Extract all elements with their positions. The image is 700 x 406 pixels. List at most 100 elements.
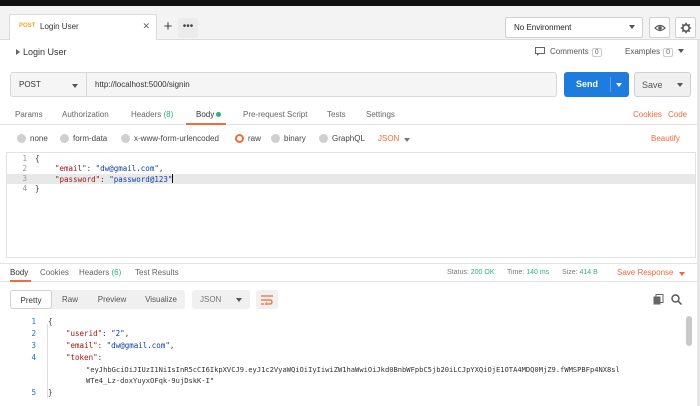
tab-bar: POST Login User ✕ + ••• No Environment [0, 6, 700, 40]
response-view-mode: Pretty Raw Preview Visualize [10, 290, 185, 309]
radio-form-data-label[interactable]: form-data [73, 134, 107, 143]
send-divider [610, 77, 611, 92]
raw-format-select[interactable]: JSON [378, 134, 399, 143]
tab-body[interactable]: Body [196, 110, 222, 119]
caret-right-icon[interactable] [16, 49, 20, 55]
comments-label: Comments [550, 47, 589, 56]
radio-graphql[interactable] [319, 134, 328, 143]
method-select[interactable]: POST [10, 72, 86, 97]
json-value: "dw@gmail.com" [106, 341, 170, 350]
tab-authorization[interactable]: Authorization [62, 110, 109, 119]
line-code: { [48, 317, 53, 326]
request-body-editor[interactable]: 1 { 2 "email": "dw@gmail.com", 3 "passwo… [6, 152, 696, 258]
line-number: 4 [22, 184, 27, 193]
response-format-select[interactable]: JSON [192, 290, 250, 309]
json-sep: : [100, 175, 110, 184]
beautify-button[interactable]: Beautify [651, 134, 680, 143]
response-body[interactable]: 1 { 2 "userid": "2", 3 "email": "dw@gmai… [6, 316, 688, 406]
environment-quick-look-button[interactable] [649, 17, 670, 38]
json-value: "2" [111, 329, 125, 338]
tab-settings[interactable]: Settings [366, 110, 395, 119]
search-icon[interactable] [671, 294, 682, 305]
request-tabs: Params Authorization Headers (8) Body Pr… [0, 105, 700, 125]
token-value-line-1: "eyJhbGciOiJIUzI1NiIsInR5cCI6IkpXVCJ9.ey… [86, 365, 620, 374]
body-type-selector: none form-data x-www-form-urlencoded raw… [0, 130, 700, 148]
tab-login-user[interactable]: POST Login User ✕ [9, 14, 157, 40]
response-headers-count: (6) [111, 268, 122, 277]
tab-tests[interactable]: Tests [327, 110, 346, 119]
json-value: "password@123" [109, 175, 173, 184]
radio-graphql-label[interactable]: GraphQL [332, 134, 365, 143]
url-input[interactable]: http://localhost:5000/signin [86, 72, 557, 97]
view-preview-button[interactable]: Preview [90, 290, 134, 309]
radio-binary-label[interactable]: binary [284, 134, 306, 143]
radio-raw-label[interactable]: raw [248, 134, 261, 143]
radio-none-label[interactable]: none [30, 134, 48, 143]
environment-settings-button[interactable] [675, 17, 696, 38]
new-tab-button[interactable]: + [158, 18, 178, 38]
time-value[interactable]: 140 ms [526, 269, 549, 276]
editor-line: 4 } [7, 184, 695, 194]
response-tab-cookies[interactable]: Cookies [40, 268, 69, 277]
radio-form-data[interactable] [60, 134, 69, 143]
line-number: 1 [22, 154, 27, 163]
view-raw-button[interactable]: Raw [54, 290, 86, 309]
response-scrollbar[interactable] [686, 316, 692, 346]
active-tab-underline [10, 280, 31, 282]
tab-method-badge: POST [19, 23, 36, 29]
line-number: 2 [31, 329, 36, 338]
chevron-down-icon [72, 84, 78, 88]
line-code: "email": "dw@gmail.com", [66, 341, 175, 350]
close-icon[interactable]: ✕ [142, 21, 150, 32]
json-key: "email" [55, 164, 87, 173]
radio-none[interactable] [17, 134, 26, 143]
chevron-down-icon [678, 49, 685, 53]
send-button[interactable]: Send [564, 72, 629, 97]
tab-pre-request-script[interactable]: Pre-request Script [243, 110, 307, 119]
radio-binary[interactable] [271, 134, 280, 143]
save-button[interactable]: Save [634, 72, 691, 97]
url-text: http://localhost:5000/signin [95, 80, 190, 89]
response-format-label: JSON [200, 295, 222, 304]
tab-params[interactable]: Params [15, 110, 43, 119]
cookies-link[interactable]: Cookies [633, 110, 662, 119]
wrap-lines-button[interactable] [256, 290, 278, 309]
tab-body-label: Body [196, 110, 215, 119]
method-label: POST [19, 80, 41, 89]
view-visualize-button[interactable]: Visualize [136, 290, 186, 309]
comments-button[interactable]: Comments 0 [550, 47, 602, 57]
json-key: "userid" [66, 329, 103, 338]
radio-urlencoded[interactable] [121, 134, 130, 143]
response-tab-test-results[interactable]: Test Results [135, 268, 179, 277]
body-indicator-dot [216, 112, 222, 117]
active-tab-underline [186, 123, 226, 125]
environment-select[interactable]: No Environment [505, 17, 643, 38]
editor-line: 1 { [7, 154, 695, 164]
chevron-down-icon[interactable] [677, 83, 683, 87]
radio-raw[interactable] [235, 134, 244, 143]
chevron-down-icon[interactable] [404, 138, 410, 142]
chevron-down-icon[interactable] [616, 83, 622, 87]
more-tabs-button[interactable]: ••• [178, 18, 198, 38]
request-title[interactable]: Login User [23, 47, 67, 57]
view-pretty-button[interactable]: Pretty [10, 290, 52, 309]
examples-button[interactable]: Examples 0 [625, 47, 685, 57]
line-code: "email": "dw@gmail.com", [55, 164, 163, 174]
eye-icon [654, 24, 666, 32]
save-response-button[interactable]: Save Response [617, 268, 673, 277]
token-value-line-2: WTe4_Lz-doxYuyxOFqk-9ujDskK-I" [86, 376, 215, 385]
environment-label: No Environment [514, 23, 572, 32]
response-tabs: Body Cookies Headers (6) Test Results St… [0, 264, 700, 282]
response-tab-headers-label: Headers [79, 268, 110, 277]
size-value[interactable]: 414 B [580, 269, 598, 276]
chevron-down-icon[interactable] [679, 272, 685, 276]
radio-urlencoded-label[interactable]: x-www-form-urlencoded [134, 134, 219, 143]
code-link[interactable]: Code [668, 110, 687, 119]
tab-headers[interactable]: Headers (8) [131, 110, 173, 119]
examples-count: 0 [663, 48, 674, 57]
response-tab-body[interactable]: Body [10, 268, 28, 277]
status-value[interactable]: 200 OK [471, 269, 495, 276]
response-tab-headers[interactable]: Headers (6) [79, 268, 121, 277]
copy-icon[interactable] [653, 294, 664, 305]
json-sep: : [86, 164, 96, 173]
